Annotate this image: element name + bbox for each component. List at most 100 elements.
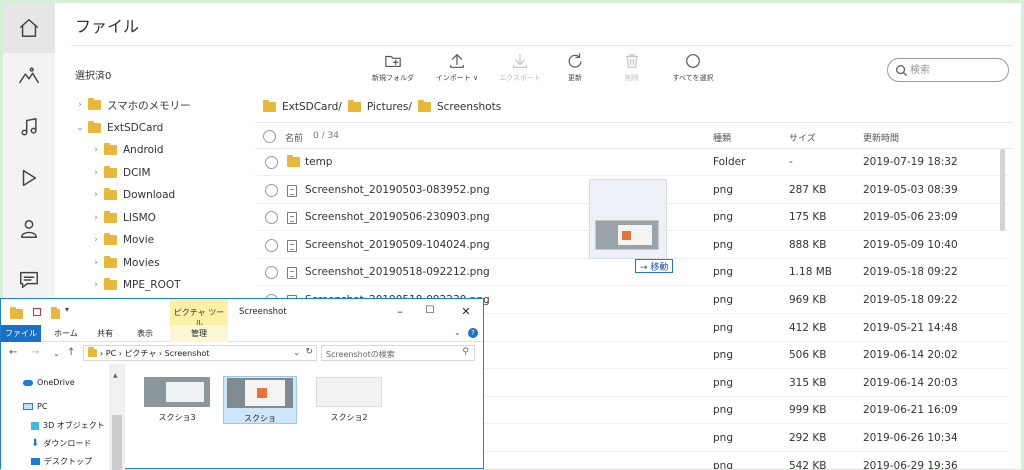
tab-file[interactable]: ファイル [1, 325, 41, 342]
forward-icon[interactable]: → [31, 347, 39, 358]
col-name[interactable]: 名前 [285, 131, 303, 144]
cloud-icon [23, 379, 33, 386]
address-bar[interactable]: › PC › ピクチャ › Screenshot ⌄ ↻ [83, 345, 317, 361]
folder-icon [104, 188, 117, 200]
file-type: png [713, 266, 733, 279]
video-icon[interactable] [3, 153, 55, 203]
image-thumbnail [316, 377, 382, 407]
chevron-right-icon: › [94, 190, 98, 200]
close-button[interactable]: ✕ [457, 305, 475, 318]
refresh-icon[interactable]: ↻ [305, 347, 313, 357]
tree-item-movies[interactable]: › Movies [91, 253, 160, 273]
delete-button[interactable]: 削除 [600, 51, 664, 91]
table-row[interactable]: temp Folder - 2019-07-19 18:32 [255, 149, 1008, 176]
file-size: 1.18 MB [789, 266, 832, 279]
home-icon[interactable] [3, 3, 55, 53]
chevron-right-icon: › [94, 168, 98, 178]
explorer-window: ▾ ピクチャ ツール Screenshot – ☐ ✕ ファイル ホーム 共有 … [0, 298, 484, 470]
col-size[interactable]: サイズ [789, 131, 816, 144]
search-icon [895, 64, 908, 77]
back-icon[interactable]: ← [9, 347, 17, 358]
col-type[interactable]: 種類 [713, 131, 731, 144]
select-all-button[interactable]: すべてを選択 [661, 51, 725, 91]
file-type: png [713, 238, 733, 251]
row-checkbox[interactable] [265, 156, 278, 169]
tab-home[interactable]: ホーム [54, 328, 78, 339]
thumbnail-item[interactable]: スクショ [223, 376, 297, 424]
move-tooltip: → 移動 [635, 259, 674, 273]
picture-tools-tab[interactable]: ピクチャ ツール [170, 299, 228, 328]
file-size: 506 KB [789, 349, 827, 362]
refresh-button[interactable]: 更新 [543, 51, 607, 91]
select-all-checkbox[interactable] [263, 130, 276, 143]
desktop-icon [31, 458, 40, 465]
breadcrumb-screenshots[interactable]: Screenshots [437, 101, 501, 113]
ribbon-expand-icon[interactable]: ⌄ [454, 328, 461, 337]
table-row[interactable]: Screenshot_20190518-092212.png png 1.18 MB… [255, 259, 1008, 287]
search-input[interactable] [910, 62, 1000, 78]
folder-icon [104, 166, 117, 178]
minimize-button[interactable]: – [391, 305, 409, 318]
folder-icon [263, 100, 276, 112]
nav-onedrive[interactable]: OneDrive [23, 378, 75, 387]
row-checkbox[interactable] [265, 266, 278, 280]
tree-item-movie[interactable]: › Movie [91, 230, 154, 250]
chevron-right-icon: › [78, 100, 82, 110]
breadcrumb-pictures[interactable]: Pictures/ [367, 101, 412, 113]
explorer-search-input[interactable]: Screenshotの検索 ⚲ [321, 345, 475, 361]
photos-icon[interactable] [3, 51, 55, 101]
nav-3d-objects[interactable]: 3D オブジェクト [31, 420, 105, 431]
properties-icon[interactable] [33, 308, 41, 316]
tree-item-android[interactable]: › Android [91, 140, 164, 160]
chevron-right-icon: › [94, 235, 98, 245]
row-checkbox[interactable] [265, 183, 278, 197]
title-bar: ▾ ピクチャ ツール Screenshot – ☐ ✕ [1, 299, 483, 328]
scroll-up-icon[interactable]: ▲ [113, 372, 118, 379]
thumbnail-item[interactable]: スクショ2 [312, 376, 386, 424]
row-checkbox[interactable] [265, 211, 278, 225]
tree-item-phone-memory[interactable]: › スマホのメモリー [75, 95, 191, 115]
recent-locations-icon[interactable]: ⌄ [53, 349, 60, 358]
breadcrumb-extsdcard[interactable]: ExtSDCard/ [282, 101, 342, 113]
folder-icon [88, 98, 101, 110]
file-size: 412 KB [789, 321, 827, 334]
file-name: temp [305, 156, 333, 168]
address-dropdown-icon[interactable]: ⌄ [293, 348, 300, 357]
up-icon[interactable]: ↑ [67, 347, 75, 358]
tree-item-extsdcard[interactable]: ⌄ ExtSDCard [75, 118, 163, 138]
import-button[interactable]: インポート ∨ [425, 51, 489, 91]
image-thumbnail [227, 378, 293, 408]
nav-pc[interactable]: PC [23, 402, 47, 411]
scrollbar[interactable] [1000, 149, 1005, 231]
search-box[interactable] [887, 58, 1009, 82]
tree-item-mpe-root[interactable]: › MPE_ROOT [91, 275, 181, 295]
maximize-button[interactable]: ☐ [421, 305, 439, 316]
file-name: Screenshot_20190509-104024.png [305, 238, 490, 251]
page-title: ファイル [75, 17, 140, 36]
music-icon[interactable] [3, 102, 55, 152]
help-icon[interactable]: ? [468, 328, 478, 338]
file-date: 2019-06-14 20:03 [863, 376, 958, 389]
file-date: 2019-06-29 19:36 [863, 459, 958, 469]
new-folder-button[interactable]: 新規フォルダ [361, 51, 425, 91]
col-date[interactable]: 更新時間 [863, 131, 899, 144]
file-type: Folder [713, 156, 746, 168]
nav-downloads[interactable]: ⬇ ダウンロード [31, 438, 91, 449]
row-checkbox[interactable] [265, 238, 278, 252]
tab-view[interactable]: 表示 [137, 328, 153, 339]
tab-manage[interactable]: 管理 [170, 325, 228, 342]
file-name: Screenshot_20190506-230903.png [305, 211, 490, 224]
tree-item-dcim[interactable]: › DCIM [91, 163, 151, 183]
contacts-icon[interactable] [3, 204, 55, 254]
tab-share[interactable]: 共有 [97, 328, 113, 339]
file-type: png [713, 183, 733, 196]
new-folder-icon[interactable] [51, 307, 60, 319]
file-date: 2019-05-18 09:22 [863, 294, 958, 306]
tree-item-lismo[interactable]: › LISMO [91, 208, 156, 228]
nav-scroll-thumb[interactable] [112, 415, 122, 470]
quick-access-dropdown-icon[interactable]: ▾ [65, 305, 69, 314]
tree-item-download[interactable]: › Download [91, 185, 175, 205]
nav-desktop[interactable]: デスクトップ [31, 456, 92, 467]
thumbnail-item[interactable]: スクショ3 [140, 376, 214, 424]
navigation-pane: OneDrive PC 3D オブジェクト ⬇ ダウンロード デスクトップ [1, 364, 125, 470]
